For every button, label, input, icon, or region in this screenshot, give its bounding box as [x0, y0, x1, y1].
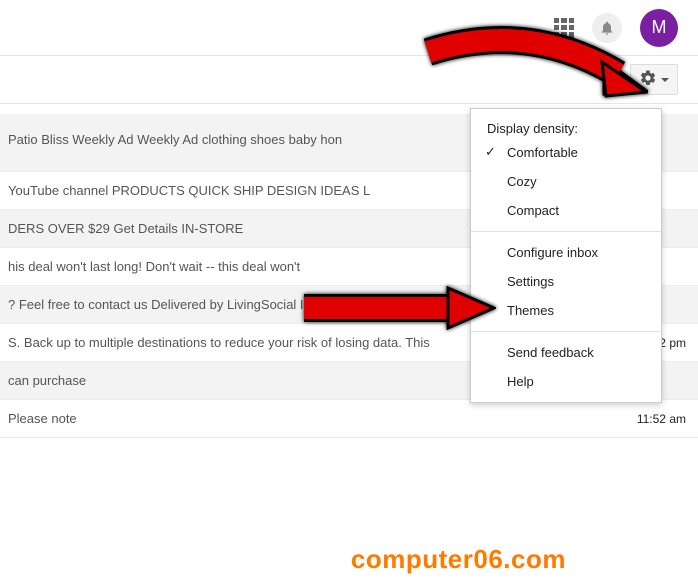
watermark: computer06.com — [351, 544, 566, 575]
settings-menu: Display density: ComfortableCozyCompact … — [470, 108, 662, 403]
menu-item-themes[interactable]: Themes — [471, 296, 661, 325]
menu-item-configure-inbox[interactable]: Configure inbox — [471, 238, 661, 267]
topbar: M — [0, 0, 698, 56]
toolbar — [0, 56, 698, 104]
apps-icon[interactable] — [554, 18, 574, 38]
settings-button[interactable] — [630, 64, 678, 95]
email-row[interactable]: Please note 11:52 am — [0, 400, 698, 438]
menu-density-compact[interactable]: Compact — [471, 196, 661, 225]
menu-separator — [471, 331, 661, 332]
menu-density-comfortable[interactable]: Comfortable — [471, 138, 661, 167]
menu-item-help[interactable]: Help — [471, 367, 661, 396]
notifications-icon[interactable] — [592, 13, 622, 43]
menu-item-settings[interactable]: Settings — [471, 267, 661, 296]
menu-separator — [471, 231, 661, 232]
email-snippet: Please note — [0, 411, 627, 426]
menu-item-send-feedback[interactable]: Send feedback — [471, 338, 661, 367]
menu-density-cozy[interactable]: Cozy — [471, 167, 661, 196]
avatar[interactable]: M — [640, 9, 678, 47]
email-time: 11:52 am — [637, 412, 686, 426]
menu-header: Display density: — [471, 115, 661, 138]
chevron-down-icon — [661, 78, 669, 82]
gear-icon — [639, 69, 657, 90]
avatar-initial: M — [652, 17, 667, 38]
